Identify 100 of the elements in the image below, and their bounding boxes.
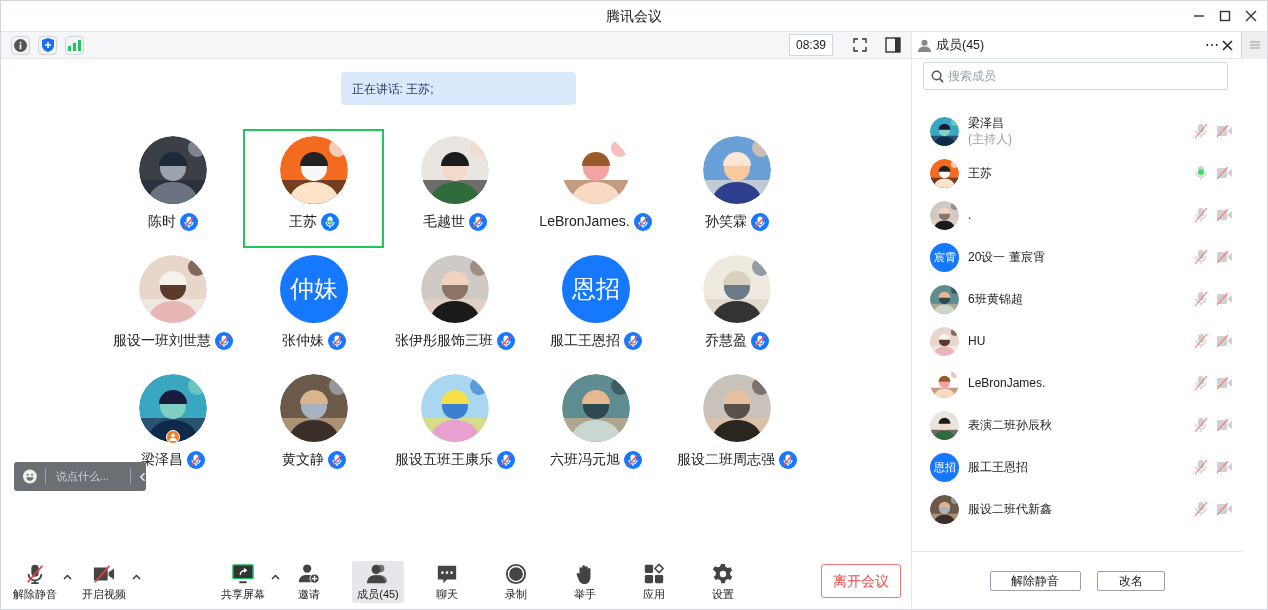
member-row[interactable]: 表演二班孙辰秋 (912, 404, 1242, 446)
mic-muted-icon[interactable] (1194, 459, 1208, 475)
participant-name: 陈时 (147, 212, 176, 231)
mic-muted-icon[interactable] (1194, 333, 1208, 349)
mic-muted-icon[interactable] (1194, 291, 1208, 307)
fullscreen-icon[interactable] (853, 38, 867, 52)
member-name: 王苏 (968, 165, 993, 181)
member-name: 服工王恩招 (968, 459, 1029, 475)
toolbar-button[interactable]: 聊天 (421, 561, 473, 603)
record-icon (505, 563, 527, 585)
menu-button[interactable] (1241, 31, 1267, 59)
participant-name: 张仲妹 (281, 331, 324, 350)
camera-off-icon[interactable] (1217, 335, 1232, 347)
caret-icon[interactable] (132, 574, 141, 580)
search-input[interactable]: 搜索成员 (948, 67, 1148, 85)
camera-off-icon[interactable] (1217, 251, 1232, 263)
layout-icon[interactable] (885, 37, 901, 53)
speaking-banner: 正在讲话: 王苏; (340, 72, 576, 105)
person-add-icon (298, 563, 320, 585)
camera-off-icon (93, 563, 115, 585)
participant-name: 服设一班刘世慧 (112, 331, 211, 350)
camera-off-icon[interactable] (1217, 461, 1232, 473)
camera-off-icon[interactable] (1217, 419, 1232, 431)
toolbar-button[interactable]: 解除静音 (9, 561, 61, 603)
toolbar-button[interactable]: 成员(45) (352, 561, 404, 603)
member-row[interactable]: 王苏 (912, 152, 1242, 194)
shield-icon (41, 38, 54, 52)
mic-muted-icon[interactable] (1194, 123, 1208, 139)
mic-muted-icon[interactable] (1194, 249, 1208, 265)
menu-icon (1249, 41, 1260, 49)
participant-name: 毛越世 (422, 212, 465, 231)
close-icon[interactable] (1222, 39, 1233, 51)
participant-name: 服设二班周志强 (676, 450, 775, 469)
chat-input[interactable]: 说点什么... (55, 468, 130, 485)
camera-off-icon[interactable] (1217, 503, 1232, 515)
member-name: 表演二班孙辰秋 (968, 417, 1053, 433)
caret-icon[interactable] (271, 574, 280, 580)
member-name: 服设二班代新鑫 (968, 501, 1053, 517)
person-icon (918, 38, 931, 52)
search-field[interactable]: 搜索成员 (923, 62, 1228, 90)
participant-name: 服设五班王康乐 (394, 450, 493, 469)
mic-muted-icon[interactable] (1194, 501, 1208, 517)
close-icon[interactable] (1245, 10, 1257, 22)
info-icon (14, 38, 27, 52)
camera-off-icon[interactable] (1217, 209, 1232, 221)
mic-icon[interactable] (1194, 165, 1208, 181)
apps-icon (643, 563, 665, 585)
mic-muted-icon (24, 563, 46, 585)
more-button[interactable]: ⋯ (1205, 38, 1219, 52)
participant-name: 王苏 (288, 212, 317, 231)
mic-muted-icon[interactable] (1194, 207, 1208, 223)
info-button[interactable] (11, 35, 30, 55)
leave-meeting-button[interactable]: 离开会议 (821, 564, 901, 598)
collapse-icon[interactable] (138, 471, 146, 482)
member-row[interactable]: 梁泽昌 (主持人) (912, 110, 1242, 152)
camera-off-icon[interactable] (1217, 125, 1232, 137)
participant-name: 服工王恩招 (549, 331, 620, 350)
participant-name: 张伊彤服饰三班 (394, 331, 493, 350)
camera-off-icon[interactable] (1217, 377, 1232, 389)
chat-icon (436, 563, 458, 585)
member-row[interactable]: LeBronJames. (912, 362, 1242, 404)
member-row[interactable]: 恩招 服工王恩招 (912, 446, 1242, 488)
signal-icon (68, 39, 81, 51)
toolbar-button[interactable]: 邀请 (283, 561, 335, 603)
participant-name: 孙笑霖 (704, 212, 747, 231)
chat-bar[interactable]: 说点什么... (14, 462, 146, 491)
security-button[interactable] (38, 35, 57, 55)
toolbar-button[interactable]: 开启视频 (78, 561, 130, 603)
toolbar-button[interactable]: 应用 (628, 561, 680, 603)
participant-name: 黄文静 (281, 450, 324, 469)
member-row[interactable]: 服设二班代新鑫 (912, 488, 1242, 530)
member-name: HU (968, 333, 987, 349)
participant-name: 六班冯元旭 (549, 450, 620, 469)
signal-button[interactable] (65, 35, 84, 55)
toolbar-button[interactable]: 录制 (490, 561, 542, 603)
avatar: 仲妹 (279, 255, 348, 323)
toolbar-button[interactable]: 举手 (559, 561, 611, 603)
member-name: 6班黄锦超 (968, 291, 1024, 307)
member-row[interactable]: 6班黄锦超 (912, 278, 1242, 320)
toolbar-button[interactable]: 共享屏幕 (217, 561, 269, 603)
avatar: 宸霄 (930, 242, 959, 272)
meeting-timer: 08:39 (788, 34, 833, 56)
panel-button[interactable]: 解除静音 (989, 570, 1081, 591)
caret-icon[interactable] (63, 574, 72, 580)
member-row[interactable]: 宸霄 20设一 董宸霄 (912, 236, 1242, 278)
member-row[interactable]: HU (912, 320, 1242, 362)
mic-muted-icon[interactable] (1194, 375, 1208, 391)
avatar: 恩招 (561, 255, 630, 323)
member-name: 梁泽昌 (968, 115, 1005, 131)
gear-icon (712, 563, 734, 585)
member-row[interactable]: . (912, 194, 1242, 236)
emoji-icon[interactable] (23, 469, 37, 484)
search-icon (931, 69, 944, 83)
mic-muted-icon[interactable] (1194, 417, 1208, 433)
camera-off-icon[interactable] (1217, 293, 1232, 305)
member-name: LeBronJames. (968, 375, 1047, 391)
toolbar-button[interactable]: 设置 (697, 561, 749, 603)
maximize-icon[interactable] (1219, 10, 1231, 22)
panel-button[interactable]: 改名 (1096, 570, 1165, 591)
camera-off-icon[interactable] (1217, 167, 1232, 179)
